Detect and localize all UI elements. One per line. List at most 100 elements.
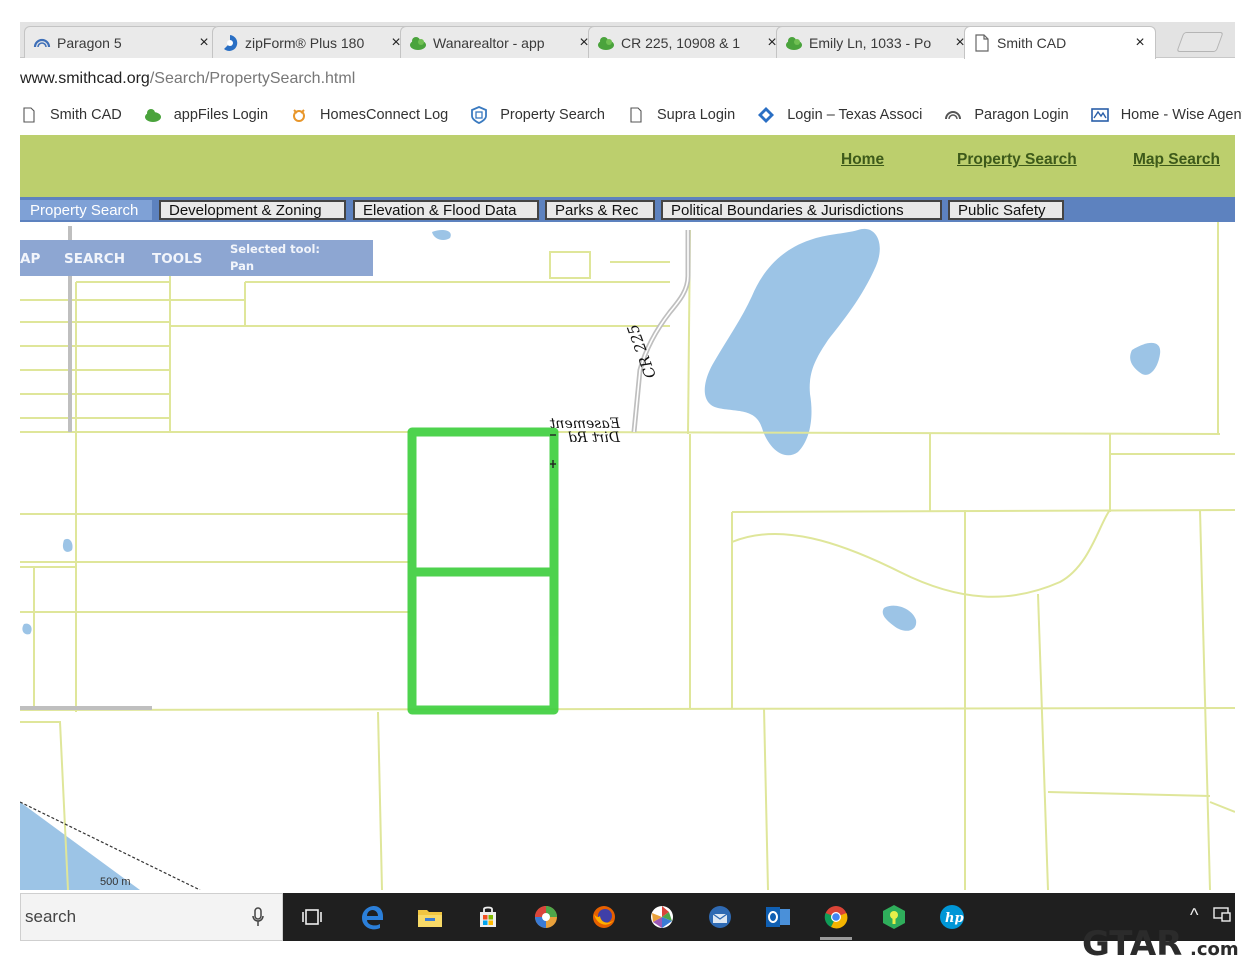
bookmark-appfiles-login[interactable]: appFiles Login [144, 106, 268, 124]
store-icon[interactable] [472, 901, 504, 933]
pond [62, 538, 73, 552]
tab-public-safety[interactable]: Public Safety [948, 200, 1064, 220]
address-host: www.smithcad.org [20, 70, 150, 87]
tab-development-zoning[interactable]: Development & Zoning [159, 200, 346, 220]
tab-elevation-flood-data[interactable]: Elevation & Flood Data [353, 200, 539, 220]
bookmark-label: Property Search [500, 107, 605, 123]
header-link-home[interactable]: Home [841, 151, 884, 169]
browser-tab-paragon[interactable]: Paragon 5 × [24, 26, 220, 58]
annotation-easement-line1: Dirt Rd [568, 430, 621, 446]
hp-icon[interactable]: hp [936, 901, 968, 933]
windows-taskbar: search hp ^ [20, 893, 1235, 941]
bookmark-supra-login[interactable]: Supra Login [627, 106, 735, 124]
bookmark-label: Paragon Login [974, 107, 1069, 123]
bookmark-label: HomesConnect Log [320, 107, 449, 123]
selected-tool-value: Pan [230, 259, 255, 273]
page-icon [627, 106, 645, 124]
diamond-icon [757, 106, 775, 124]
browser-tab-cr225[interactable]: CR 225, 10908 & 1 × [588, 26, 788, 58]
tab-title: Smith CAD [997, 35, 1067, 51]
tab-title: CR 225, 10908 & 1 [621, 34, 741, 51]
browser-tab-wanarealtor[interactable]: Wanarealtor - app × [400, 26, 600, 58]
file-explorer-icon[interactable] [414, 901, 446, 933]
lake [704, 228, 880, 456]
bookmark-label: Home - Wise Agent [1120, 107, 1242, 123]
pond [22, 623, 32, 635]
outlook-icon[interactable] [762, 901, 794, 933]
bookmark-label: Smith CAD [50, 107, 122, 123]
subject-parcels [407, 427, 559, 715]
paragon-icon [944, 106, 962, 124]
gtar-logo: GTAR .com [1082, 924, 1239, 960]
search-placeholder: search [25, 907, 77, 926]
tab-title: Emily Ln, 1033 - Po [809, 34, 932, 51]
cloud-icon [785, 34, 803, 52]
close-icon[interactable]: × [1133, 34, 1147, 52]
tab-property-search[interactable]: Property Search [20, 200, 152, 220]
annotation-easement-line2: Easement [549, 416, 621, 432]
keeper-icon[interactable] [878, 901, 910, 933]
header-link-map-search[interactable]: Map Search [1133, 151, 1220, 169]
map-toolbar: AP SEARCH TOOLS Selected tool: Pan [20, 240, 373, 276]
tab-parks-rec[interactable]: Parks & Rec [545, 200, 655, 220]
browser-tab-zipform[interactable]: zipForm® Plus 180 × [212, 26, 412, 58]
cloud-icon [144, 106, 162, 124]
map-canvas[interactable]: CR 225 Dirt Rd Easement AP SEARCH TOOLS … [20, 222, 1235, 890]
pond [1130, 342, 1161, 375]
browser-tab-emily-ln[interactable]: Emily Ln, 1033 - Po × [776, 26, 976, 58]
chrome-icon[interactable] [820, 901, 852, 940]
map-scale-label: 500 m [100, 876, 131, 888]
shield-icon [470, 106, 488, 124]
edge-icon[interactable] [356, 901, 388, 933]
bookmark-label: Supra Login [657, 107, 736, 123]
photos-icon[interactable] [530, 901, 562, 933]
map-menu[interactable]: AP [20, 251, 40, 267]
tab-political-boundaries[interactable]: Political Boundaries & Jurisdictions [661, 200, 942, 220]
svg-text:GTAR: GTAR [1082, 924, 1182, 960]
bookmark-texas-association[interactable]: Login – Texas Associ [757, 106, 922, 124]
bookmark-homesconnect[interactable]: HomesConnect Log [290, 106, 448, 124]
thunderbird-icon[interactable] [704, 901, 736, 933]
header-link-property-search[interactable]: Property Search [957, 151, 1077, 169]
tab-title: Wanarealtor - app [433, 34, 545, 51]
paragon-icon [33, 34, 51, 52]
network-icon[interactable] [1212, 905, 1232, 923]
picasa-icon[interactable] [646, 901, 678, 933]
site-header: Home Property Search Map Search [20, 135, 1235, 197]
browser-tab-strip: Paragon 5 × zipForm® Plus 180 × Wanareal… [20, 22, 1235, 59]
tab-title: zipForm® Plus 180 [245, 34, 365, 51]
svg-text:.com: .com [1190, 939, 1239, 960]
page-icon [973, 34, 991, 52]
new-tab-button[interactable] [1176, 32, 1224, 52]
tools-menu[interactable]: TOOLS [152, 251, 203, 267]
bookmark-smith-cad[interactable]: Smith CAD [20, 106, 122, 124]
bookmark-wise-agent[interactable]: Home - Wise Agent [1090, 106, 1242, 124]
parcel-map: CR 225 Dirt Rd Easement [20, 222, 1235, 890]
water-bodies [20, 228, 1161, 890]
zipform-icon [221, 34, 239, 52]
bookmark-label: Login – Texas Associ [787, 107, 923, 123]
bookmark-property-search[interactable]: Property Search [470, 106, 605, 124]
selected-tool-label: Selected tool: [230, 242, 321, 256]
bookmark-label: appFiles Login [173, 107, 269, 123]
homesconnect-icon [290, 106, 308, 124]
close-icon[interactable]: × [197, 34, 211, 52]
address-path: /Search/PropertySearch.html [149, 70, 356, 87]
pond [882, 605, 917, 631]
parcel-boundaries [20, 222, 1235, 890]
tab-title: Paragon 5 [57, 34, 122, 51]
microphone-icon[interactable] [252, 907, 264, 932]
page-icon [20, 106, 38, 124]
svg-text:hp: hp [945, 911, 964, 926]
bookmark-paragon-login[interactable]: Paragon Login [944, 106, 1069, 124]
pond [432, 230, 451, 240]
taskbar-search-input[interactable]: search [20, 893, 283, 941]
wise-agent-icon [1090, 106, 1109, 124]
search-menu[interactable]: SEARCH [64, 251, 125, 267]
browser-tab-smith-cad[interactable]: Smith CAD × [964, 26, 1156, 59]
firefox-icon[interactable] [588, 901, 620, 933]
address-bar[interactable]: www.smithcad.org/Search/PropertySearch.h… [20, 64, 1235, 94]
cloud-icon [597, 34, 615, 52]
site-nav-tabs: Property Search Development & Zoning Ele… [20, 197, 1235, 222]
task-view-icon[interactable] [296, 901, 328, 933]
